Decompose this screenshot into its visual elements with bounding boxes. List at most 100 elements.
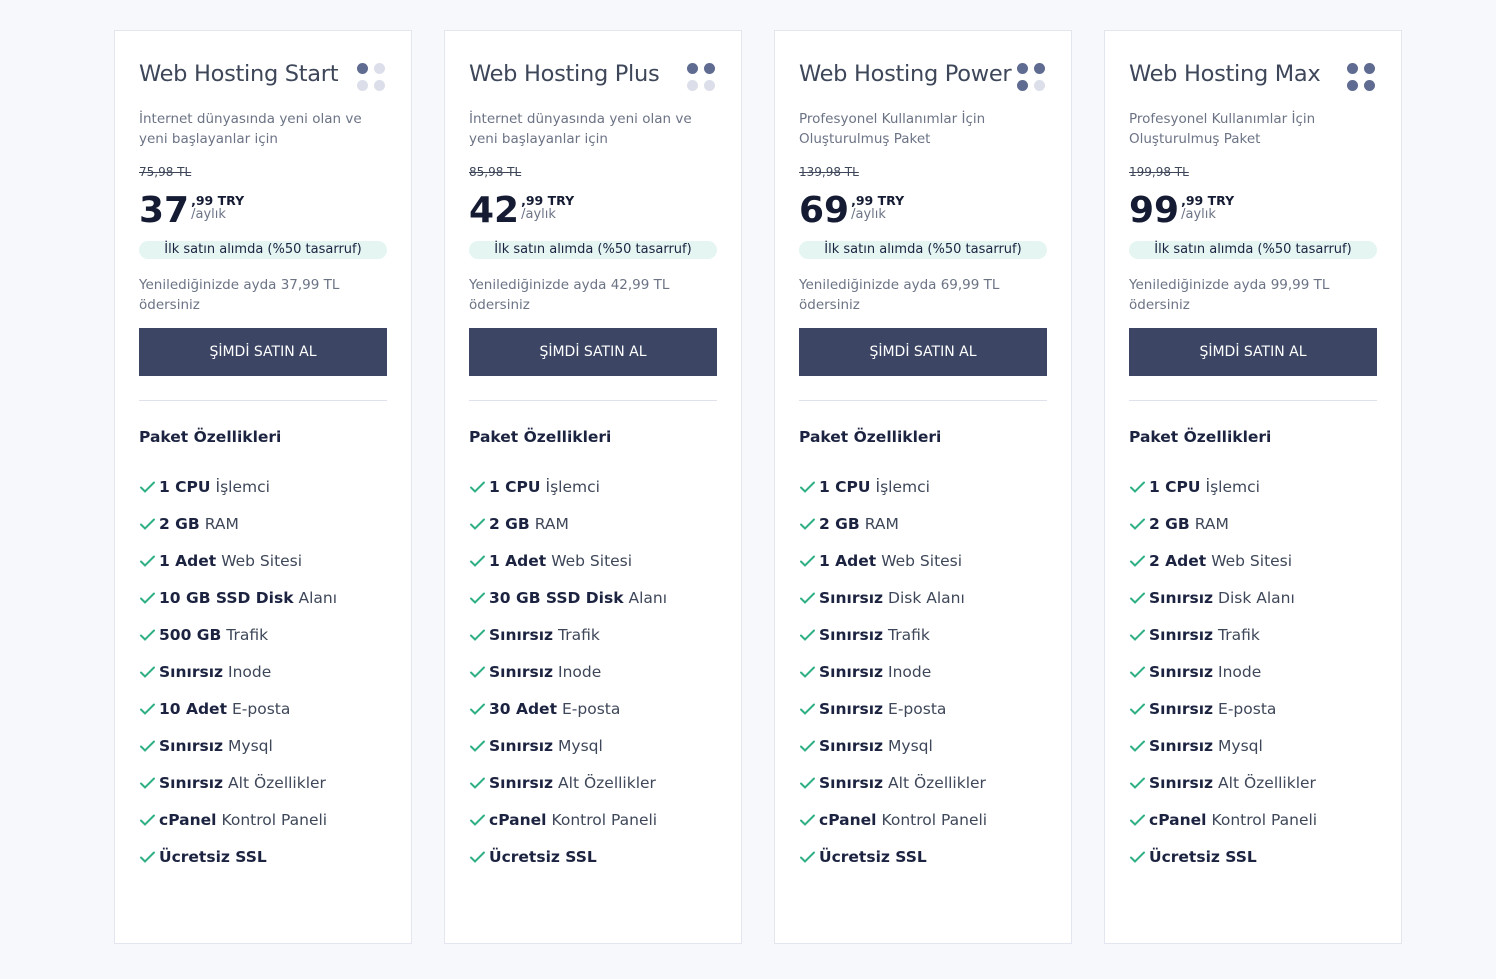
divider bbox=[799, 400, 1047, 401]
feature-value: Sınırsız bbox=[819, 663, 884, 681]
check-icon bbox=[800, 555, 815, 567]
feature-label: Alt Özellikler bbox=[558, 774, 656, 792]
price-decimal: ,99 TRY bbox=[851, 193, 905, 208]
dot bbox=[1364, 80, 1375, 91]
feature-value: Sınırsız bbox=[819, 774, 884, 792]
check-icon bbox=[1130, 629, 1145, 641]
feature-item: 1 Adet Web Sitesi bbox=[469, 541, 717, 581]
features-title: Paket Özellikleri bbox=[139, 428, 282, 446]
feature-value: Sınırsız bbox=[489, 663, 554, 681]
check-icon bbox=[470, 555, 485, 567]
feature-item: Sınırsız Inode bbox=[799, 652, 1047, 692]
feature-value: Sınırsız bbox=[1149, 663, 1214, 681]
buy-now-button[interactable]: ŞİMDİ SATIN AL bbox=[469, 328, 717, 376]
feature-label: Inode bbox=[888, 663, 932, 681]
feature-value: 2 GB bbox=[1149, 515, 1190, 533]
feature-label: Kontrol Paneli bbox=[881, 811, 988, 829]
check-icon bbox=[800, 703, 815, 715]
feature-label: Alanı bbox=[628, 589, 668, 607]
plan-level-icon bbox=[687, 63, 717, 93]
buy-now-button[interactable]: ŞİMDİ SATIN AL bbox=[1129, 328, 1377, 376]
check-icon bbox=[800, 481, 815, 493]
check-icon bbox=[800, 629, 815, 641]
check-icon bbox=[800, 666, 815, 678]
check-icon bbox=[800, 777, 815, 789]
feature-label: E-posta bbox=[561, 700, 621, 718]
check-icon bbox=[1130, 851, 1145, 863]
feature-label: Mysql bbox=[558, 737, 603, 755]
pricing-cards: Web Hosting Start İnternet dünyasında ye… bbox=[114, 30, 1404, 946]
dot bbox=[1364, 63, 1375, 74]
feature-value: 1 CPU bbox=[489, 478, 541, 496]
feature-value: 2 Adet bbox=[1149, 552, 1207, 570]
check-icon bbox=[140, 555, 155, 567]
dot bbox=[704, 80, 715, 91]
check-icon bbox=[140, 851, 155, 863]
feature-label: Mysql bbox=[228, 737, 273, 755]
feature-item: 30 Adet E-posta bbox=[469, 689, 717, 729]
pricing-card-max: Web Hosting Max Profesyonel Kullanımlar … bbox=[1104, 30, 1402, 944]
price-integer: 42 bbox=[469, 190, 520, 231]
price-decimal: ,99 TRY bbox=[1181, 193, 1235, 208]
check-icon bbox=[1130, 555, 1145, 567]
price-integer: 99 bbox=[1129, 190, 1180, 231]
buy-now-button[interactable]: ŞİMDİ SATIN AL bbox=[139, 328, 387, 376]
feature-label: Inode bbox=[558, 663, 602, 681]
feature-label: E-posta bbox=[1218, 700, 1277, 718]
divider bbox=[1129, 400, 1377, 401]
feature-label: Web Sitesi bbox=[1211, 552, 1293, 570]
feature-item: 2 GB RAM bbox=[139, 504, 387, 544]
feature-item: Sınırsız Alt Özellikler bbox=[469, 763, 717, 803]
feature-value: Sınırsız bbox=[819, 737, 884, 755]
feature-item: 10 Adet E-posta bbox=[139, 689, 387, 729]
feature-value: Ücretsiz SSL bbox=[159, 848, 267, 866]
feature-label: Web Sitesi bbox=[551, 552, 633, 570]
feature-label: Trafik bbox=[888, 626, 930, 644]
feature-label: Alanı bbox=[298, 589, 338, 607]
check-icon bbox=[140, 629, 155, 641]
feature-value: 10 GB SSD Disk bbox=[159, 589, 294, 607]
old-price: 75,98 TL bbox=[139, 165, 192, 179]
features-title: Paket Özellikleri bbox=[1129, 428, 1272, 446]
feature-value: Sınırsız bbox=[489, 737, 554, 755]
feature-label: RAM bbox=[204, 515, 239, 533]
plan-title: Web Hosting Max bbox=[1129, 61, 1321, 87]
dot bbox=[374, 63, 385, 74]
feature-label: Alt Özellikler bbox=[228, 774, 326, 792]
renewal-note: Yenilediğinizde ayda 69,99 TL ödersiniz bbox=[799, 277, 1000, 313]
feature-value: 1 CPU bbox=[159, 478, 211, 496]
check-icon bbox=[1130, 740, 1145, 752]
feature-label: Alt Özellikler bbox=[888, 774, 986, 792]
plan-description: İnternet dünyasında yeni olan ve yeni ba… bbox=[139, 111, 362, 147]
feature-item: 1 CPU İşlemci bbox=[469, 467, 717, 507]
feature-item: Sınırsız Alt Özellikler bbox=[799, 763, 1047, 803]
feature-value: Ücretsiz SSL bbox=[819, 848, 927, 866]
price-period: /aylık bbox=[191, 207, 226, 222]
feature-label: Trafik bbox=[226, 626, 269, 644]
feature-value: Sınırsız bbox=[1149, 626, 1214, 644]
feature-item: 500 GB Trafik bbox=[139, 615, 387, 655]
feature-value: Sınırsız bbox=[489, 774, 554, 792]
price-integer: 37 bbox=[139, 190, 190, 231]
feature-value: Sınırsız bbox=[819, 700, 884, 718]
feature-item: Ücretsiz SSL bbox=[1129, 837, 1377, 877]
feature-value: cPanel bbox=[159, 811, 217, 829]
feature-label: Kontrol Paneli bbox=[551, 811, 658, 829]
check-icon bbox=[1130, 777, 1145, 789]
feature-value: 1 CPU bbox=[819, 478, 871, 496]
price-integer: 69 bbox=[799, 190, 850, 231]
feature-label: RAM bbox=[534, 515, 569, 533]
feature-value: 1 Adet bbox=[819, 552, 877, 570]
feature-label: Disk Alanı bbox=[1218, 589, 1295, 607]
check-icon bbox=[800, 518, 815, 530]
feature-item: Sınırsız Inode bbox=[1129, 652, 1377, 692]
buy-now-button[interactable]: ŞİMDİ SATIN AL bbox=[799, 328, 1047, 376]
feature-list: 1 CPU İşlemci 2 GB RAM 2 Adet Web Sitesi Sınır… bbox=[1129, 467, 1377, 877]
check-icon bbox=[140, 703, 155, 715]
feature-item: Ücretsiz SSL bbox=[139, 837, 387, 877]
feature-value: Sınırsız bbox=[159, 663, 224, 681]
feature-item: 2 Adet Web Sitesi bbox=[1129, 541, 1377, 581]
feature-item: Sınırsız Mysql bbox=[139, 726, 387, 766]
check-icon bbox=[470, 703, 485, 715]
feature-label: Inode bbox=[228, 663, 272, 681]
